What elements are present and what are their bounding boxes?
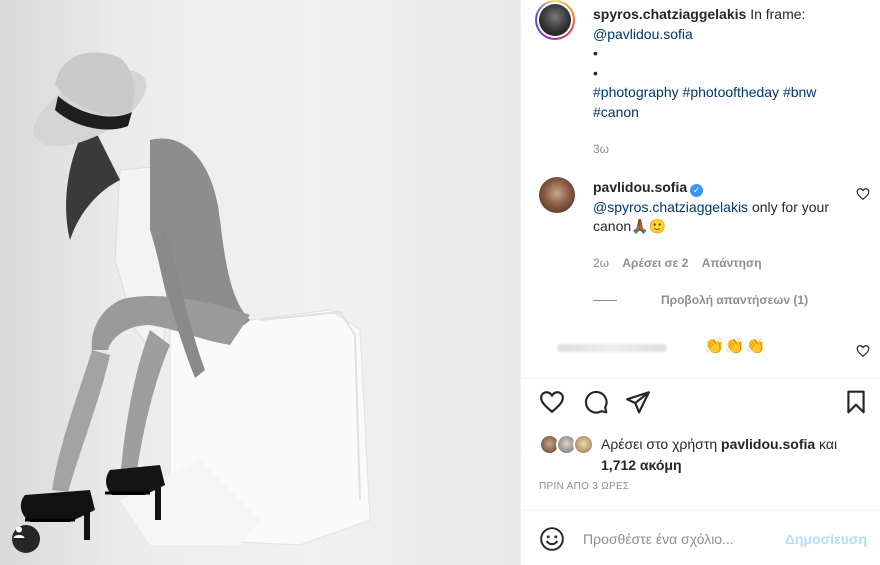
tagged-user-icon[interactable] bbox=[12, 525, 40, 553]
commenter-avatar[interactable] bbox=[539, 177, 575, 213]
photo-illustration bbox=[20, 52, 371, 546]
comment-meta: 2ω Αρέσει σε 2 Απάντηση bbox=[593, 256, 772, 270]
comment-item: 👏👏👏 bbox=[539, 336, 859, 358]
post-comment-button[interactable]: Δημοσίευση bbox=[785, 531, 867, 547]
comment-likes-button[interactable]: Αρέσει σε 2 bbox=[622, 256, 688, 270]
share-paper-plane-icon[interactable] bbox=[625, 389, 651, 415]
bookmark-icon[interactable] bbox=[843, 389, 869, 415]
caption-bullet: • bbox=[593, 64, 598, 81]
comments-section: spyros.chatziaggelakis In frame: @pavlid… bbox=[521, 0, 880, 378]
post-caption: spyros.chatziaggelakis In frame: @pavlid… bbox=[593, 5, 863, 160]
caption-mention-link[interactable]: @pavlidou.sofia bbox=[593, 26, 693, 42]
comment-text: 👏👏👏 bbox=[704, 338, 767, 355]
post-timestamp[interactable]: ΠΡΙΝ ΑΠΟ 3 ΩΡΕΣ bbox=[539, 481, 629, 492]
comment-composer: Δημοσίευση bbox=[521, 511, 880, 565]
likes-count-link[interactable]: 1,712 ακόμη bbox=[601, 457, 682, 473]
reply-button[interactable]: Απάντηση bbox=[702, 256, 762, 270]
post-photo[interactable] bbox=[0, 0, 520, 565]
replies-divider bbox=[593, 299, 617, 301]
post-age[interactable]: 3ω bbox=[593, 142, 609, 156]
post-side-panel: spyros.chatziaggelakis In frame: @pavlid… bbox=[520, 0, 880, 565]
view-replies-button[interactable]: Προβολή απαντήσεων (1) bbox=[593, 293, 808, 307]
section-divider bbox=[521, 378, 880, 379]
caption-text: In frame: bbox=[750, 6, 806, 22]
comment-item: pavlidou.sofia ✓ @spyros.chatziaggelakis … bbox=[593, 178, 843, 237]
blurred-username bbox=[557, 344, 667, 352]
likes-prefix: Αρέσει στο χρήστη bbox=[601, 436, 718, 452]
liker-username-link[interactable]: pavlidou.sofia bbox=[721, 436, 815, 452]
view-replies-label: Προβολή απαντήσεων (1) bbox=[661, 293, 809, 307]
comment-age[interactable]: 2ω bbox=[593, 256, 609, 270]
verified-badge-icon: ✓ bbox=[690, 184, 704, 197]
hashtag-link[interactable]: #bnw bbox=[783, 84, 816, 100]
liked-by-avatars[interactable] bbox=[539, 432, 599, 456]
emoji-picker-icon[interactable] bbox=[539, 526, 565, 552]
post-actions-bar bbox=[521, 385, 880, 419]
hashtag-link[interactable]: #photooftheday bbox=[683, 84, 780, 100]
likes-text: Αρέσει στο χρήστη pavlidou.sofia και 1,7… bbox=[601, 434, 871, 476]
likes-conjunction: και bbox=[819, 436, 838, 452]
author-avatar[interactable] bbox=[535, 0, 575, 40]
caption-bullet: • bbox=[593, 45, 598, 61]
like-comment-heart-icon[interactable] bbox=[856, 187, 870, 201]
commenter-username-link[interactable]: pavlidou.sofia bbox=[593, 179, 687, 195]
author-username-link[interactable]: spyros.chatziaggelakis bbox=[593, 6, 746, 22]
hashtag-link[interactable]: #photography bbox=[593, 84, 679, 100]
hashtag-link[interactable]: #canon bbox=[593, 104, 639, 120]
comment-input[interactable] bbox=[583, 527, 773, 551]
like-comment-heart-icon[interactable] bbox=[856, 344, 870, 358]
comment-mention-link[interactable]: @spyros.chatziaggelakis bbox=[593, 199, 748, 215]
comment-bubble-icon[interactable] bbox=[583, 389, 609, 415]
like-heart-icon[interactable] bbox=[539, 389, 565, 415]
